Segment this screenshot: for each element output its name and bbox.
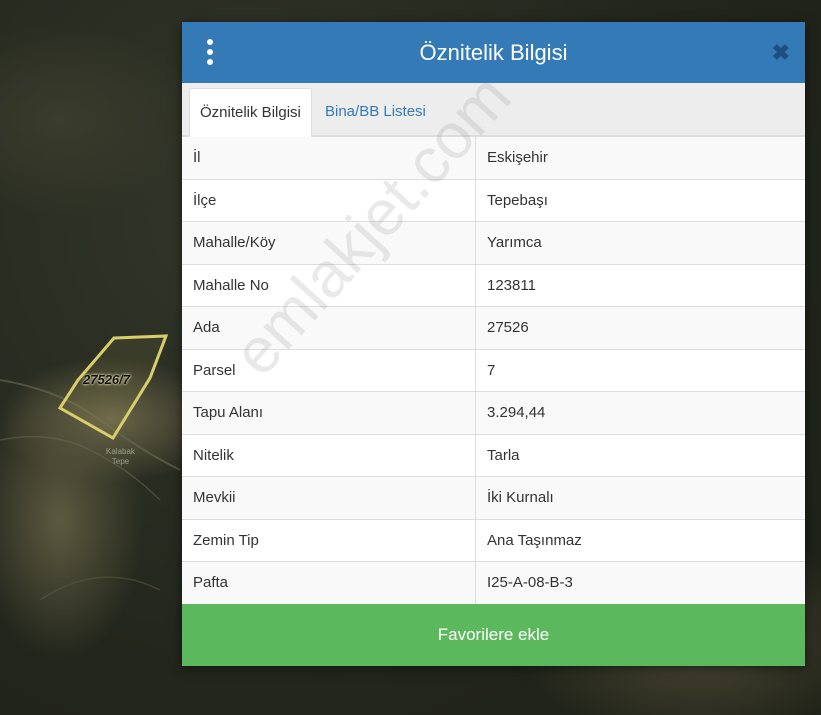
row-value: Yarımca: [475, 221, 805, 264]
row-value: Tepebaşı: [475, 178, 805, 222]
dialog-header: Öznitelik Bilgisi ✖: [182, 22, 805, 83]
tab-building-list[interactable]: Bina/BB Listesi: [315, 88, 436, 135]
row-key: Parsel: [182, 348, 476, 392]
row-value: 3.294,44: [475, 391, 805, 434]
table-row: Mahalle No 123811: [182, 263, 805, 307]
row-key: Ada: [182, 306, 476, 349]
add-favorite-button[interactable]: Favorilere ekle: [182, 604, 805, 666]
table-row: Mevkii İki Kurnalı: [182, 476, 805, 519]
table-row: İl Eskişehir: [182, 136, 805, 179]
table-row: Nitelik Tarla: [182, 433, 805, 477]
table-row: Zemin Tip Ana Taşınmaz: [182, 518, 805, 562]
row-value: 7: [475, 348, 805, 392]
dialog-title: Öznitelik Bilgisi: [419, 39, 568, 65]
row-value: 123811: [475, 263, 805, 307]
attribute-table: İl Eskişehir İlçe Tepebaşı Mahalle/Köy Yarı…: [182, 136, 805, 604]
table-row: Mahalle/Köy Yarımca: [182, 221, 805, 264]
row-key: Zemin Tip: [182, 518, 476, 562]
row-key: Nitelik: [182, 433, 476, 477]
table-row: Pafta I25-A-08-B-3: [182, 561, 805, 604]
tab-attribute-info[interactable]: Öznitelik Bilgisi: [189, 88, 312, 137]
row-value: Ana Taşınmaz: [475, 518, 805, 562]
row-key: Mevkii: [182, 476, 476, 519]
place-label: Kalabak Tepe: [106, 447, 135, 467]
place-label-line1: Kalabak: [106, 447, 135, 456]
parcel-label: 27526/7: [83, 372, 130, 387]
row-key: Pafta: [182, 561, 476, 604]
place-label-line2: Tepe: [111, 457, 130, 466]
table-row: Parsel 7: [182, 348, 805, 392]
vertical-dots-icon[interactable]: [207, 39, 213, 65]
close-icon[interactable]: ✖: [772, 40, 790, 66]
row-value: Eskişehir: [475, 136, 805, 179]
row-value: Tarla: [475, 433, 805, 477]
row-key: Mahalle No: [182, 263, 476, 307]
row-value: I25-A-08-B-3: [475, 561, 805, 604]
row-key: Mahalle/Köy: [182, 221, 476, 264]
table-row: İlçe Tepebaşı: [182, 178, 805, 222]
tab-bar: Öznitelik Bilgisi Bina/BB Listesi: [182, 83, 805, 137]
table-row: Tapu Alanı 3.294,44: [182, 391, 805, 434]
row-key: Tapu Alanı: [182, 391, 476, 434]
table-row: Ada 27526: [182, 306, 805, 349]
attribute-dialog: Öznitelik Bilgisi ✖ Öznitelik Bilgisi Bi…: [182, 22, 805, 666]
row-value: İki Kurnalı: [475, 476, 805, 519]
row-value: 27526: [475, 306, 805, 349]
parcel-outline: [57, 334, 169, 441]
row-key: İl: [182, 136, 476, 179]
row-key: İlçe: [182, 178, 476, 222]
